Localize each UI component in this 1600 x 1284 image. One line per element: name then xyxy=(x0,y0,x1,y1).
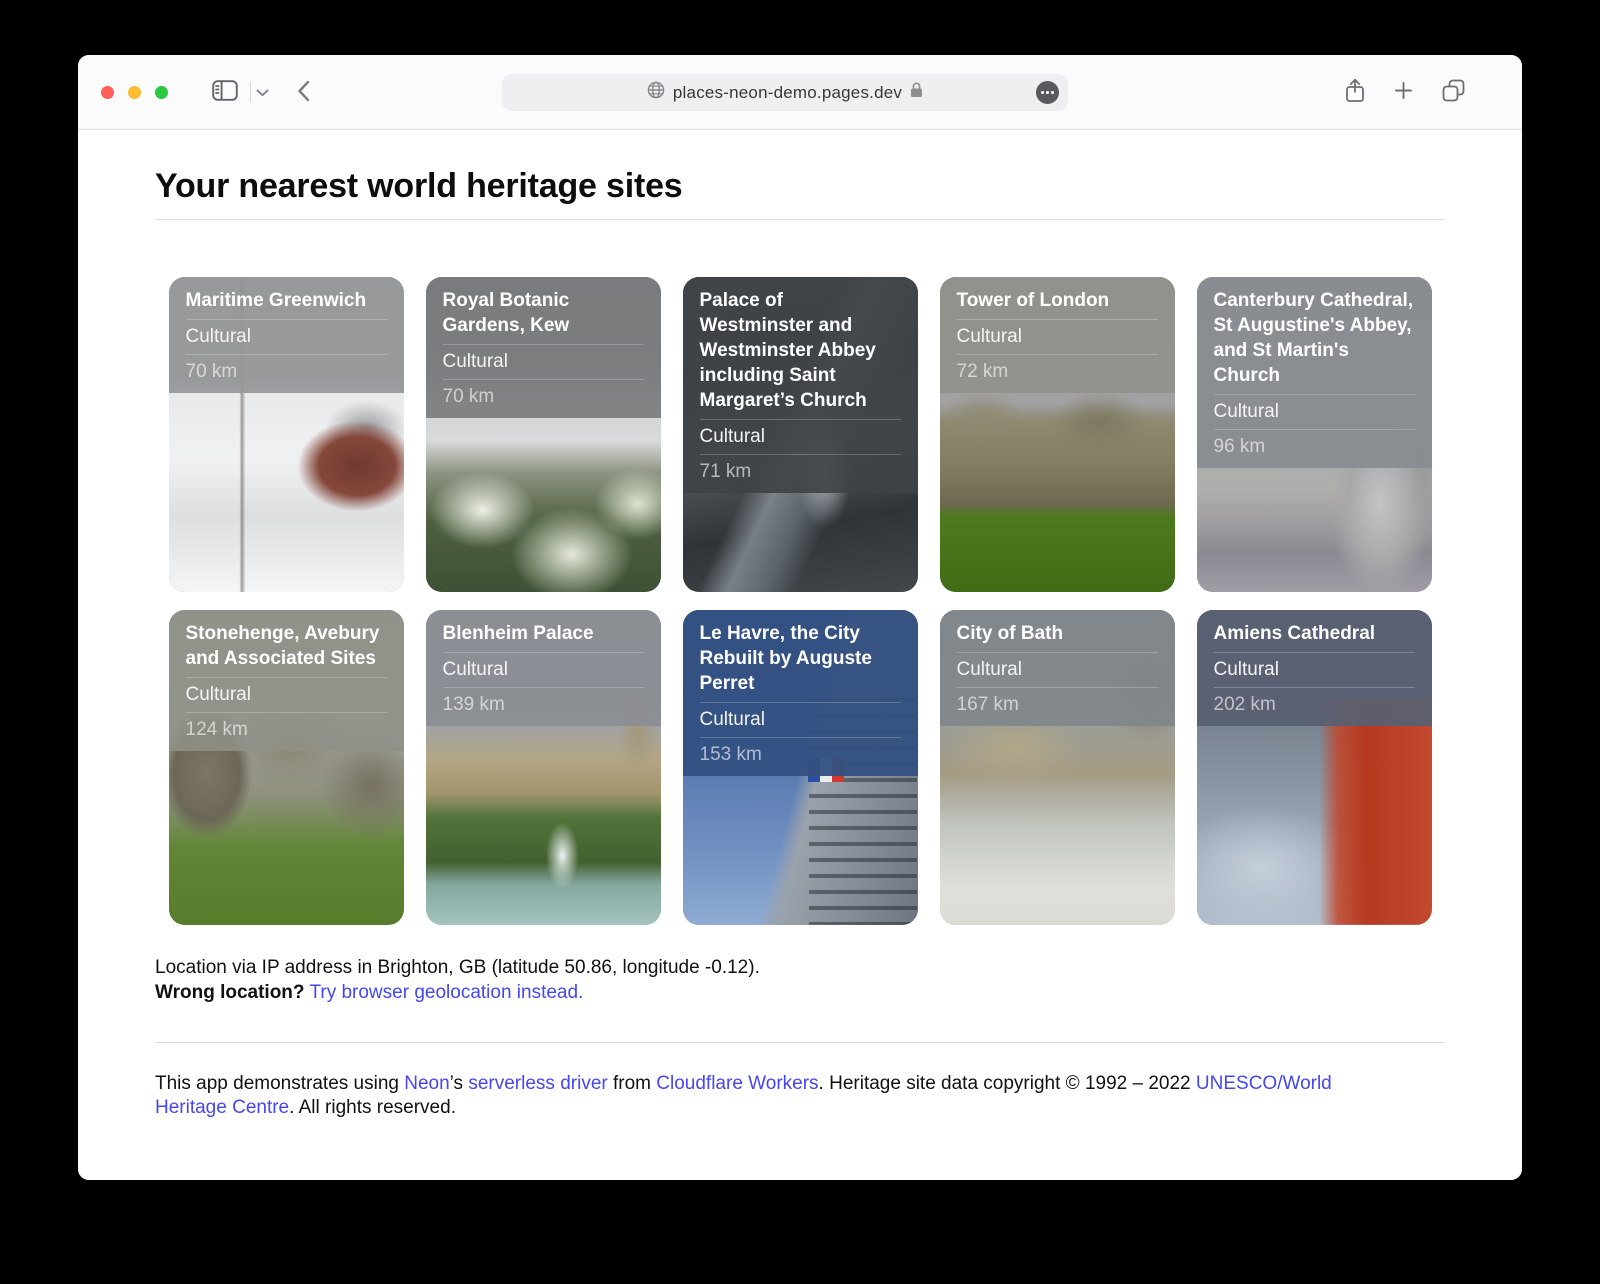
sidebar-toggle-button[interactable] xyxy=(212,80,238,104)
site-distance: 124 km xyxy=(186,712,387,747)
toolbar-divider xyxy=(250,82,251,102)
location-line: Location via IP address in Brighton, GB … xyxy=(155,956,1445,980)
chevron-left-icon xyxy=(297,80,310,105)
site-category: Cultural xyxy=(1214,394,1415,429)
page-content: Your nearest world heritage sites Mariti… xyxy=(78,130,1522,1180)
site-distance: 70 km xyxy=(443,379,644,414)
globe-icon xyxy=(647,81,665,104)
title-divider xyxy=(155,219,1445,220)
site-title: Royal Botanic Gardens, Kew xyxy=(443,283,644,344)
site-title: Palace of Westminster and Westminster Ab… xyxy=(700,283,901,419)
card-caption-overlay: Palace of Westminster and Westminster Ab… xyxy=(683,277,918,493)
site-category: Cultural xyxy=(700,702,901,737)
location-info: Location via IP address in Brighton, GB … xyxy=(155,956,1445,1005)
heritage-site-card[interactable]: City of Bath Cultural 167 km xyxy=(940,610,1175,925)
footer-text: . Heritage site data copyright © 1992 – … xyxy=(819,1073,1196,1094)
heritage-site-card[interactable]: Stonehenge, Avebury and Associated Sites… xyxy=(169,610,404,925)
card-caption-overlay: Royal Botanic Gardens, Kew Cultural 70 k… xyxy=(426,277,661,418)
ellipsis-icon xyxy=(1041,91,1044,94)
address-bar[interactable]: places-neon-demo.pages.dev xyxy=(502,74,1068,111)
serverless-driver-link[interactable]: serverless driver xyxy=(468,1073,607,1094)
site-category: Cultural xyxy=(957,319,1158,354)
new-tab-button[interactable] xyxy=(1395,82,1412,102)
site-category: Cultural xyxy=(186,677,387,712)
site-distance: 202 km xyxy=(1214,687,1415,722)
footer-credits: This app demonstrates using Neon’s serve… xyxy=(155,1072,1405,1120)
heritage-card-grid: Maritime Greenwich Cultural 70 km Royal … xyxy=(155,277,1445,925)
site-title: Maritime Greenwich xyxy=(186,283,387,319)
card-caption-overlay: City of Bath Cultural 167 km xyxy=(940,610,1175,726)
footer-text: . All rights reserved. xyxy=(289,1097,456,1118)
footer-text: from xyxy=(608,1073,657,1094)
card-caption-overlay: Canterbury Cathedral, St Augustine's Abb… xyxy=(1197,277,1432,468)
site-title: Amiens Cathedral xyxy=(1214,616,1415,652)
heritage-site-card[interactable]: Maritime Greenwich Cultural 70 km xyxy=(169,277,404,592)
site-distance: 167 km xyxy=(957,687,1158,722)
site-category: Cultural xyxy=(1214,652,1415,687)
heritage-site-card[interactable]: Tower of London Cultural 72 km xyxy=(940,277,1175,592)
wrong-location-line: Wrong location? Try browser geolocation … xyxy=(155,981,1445,1005)
site-distance: 70 km xyxy=(186,354,387,389)
site-title: Tower of London xyxy=(957,283,1158,319)
site-distance: 96 km xyxy=(1214,429,1415,464)
heritage-site-card[interactable]: Blenheim Palace Cultural 139 km xyxy=(426,610,661,925)
site-category: Cultural xyxy=(186,319,387,354)
footer-divider xyxy=(155,1042,1445,1043)
page-title: Your nearest world heritage sites xyxy=(155,130,1445,206)
lock-icon xyxy=(910,82,923,103)
site-title: Le Havre, the City Rebuilt by Auguste Pe… xyxy=(700,616,901,702)
tab-group-dropdown-button[interactable] xyxy=(256,85,269,100)
site-distance: 153 km xyxy=(700,737,901,772)
heritage-site-card[interactable]: Amiens Cathedral Cultural 202 km xyxy=(1197,610,1432,925)
share-icon xyxy=(1345,78,1365,106)
page-settings-button[interactable] xyxy=(1036,81,1059,104)
close-window-button[interactable] xyxy=(101,86,114,99)
neon-link[interactable]: Neon xyxy=(404,1073,449,1094)
plus-icon xyxy=(1395,82,1412,102)
card-caption-overlay: Stonehenge, Avebury and Associated Sites… xyxy=(169,610,404,751)
share-button[interactable] xyxy=(1345,78,1365,106)
site-distance: 139 km xyxy=(443,687,644,722)
heritage-site-card[interactable]: Le Havre, the City Rebuilt by Auguste Pe… xyxy=(683,610,918,925)
browser-window: places-neon-demo.pages.dev xyxy=(78,55,1522,1180)
chevron-down-icon xyxy=(256,85,269,100)
zoom-window-button[interactable] xyxy=(155,86,168,99)
cloudflare-workers-link[interactable]: Cloudflare Workers xyxy=(656,1073,818,1094)
card-caption-overlay: Tower of London Cultural 72 km xyxy=(940,277,1175,393)
wrong-location-label: Wrong location? xyxy=(155,982,305,1003)
site-category: Cultural xyxy=(443,344,644,379)
url-text: places-neon-demo.pages.dev xyxy=(673,83,902,103)
site-title: Blenheim Palace xyxy=(443,616,644,652)
heritage-site-card[interactable]: Royal Botanic Gardens, Kew Cultural 70 k… xyxy=(426,277,661,592)
heritage-site-card[interactable]: Canterbury Cathedral, St Augustine's Abb… xyxy=(1197,277,1432,592)
site-title: Canterbury Cathedral, St Augustine's Abb… xyxy=(1214,283,1415,394)
card-caption-overlay: Blenheim Palace Cultural 139 km xyxy=(426,610,661,726)
back-button[interactable] xyxy=(297,80,310,105)
site-category: Cultural xyxy=(443,652,644,687)
minimize-window-button[interactable] xyxy=(128,86,141,99)
card-caption-overlay: Amiens Cathedral Cultural 202 km xyxy=(1197,610,1432,726)
site-title: Stonehenge, Avebury and Associated Sites xyxy=(186,616,387,677)
site-category: Cultural xyxy=(957,652,1158,687)
tab-overview-button[interactable] xyxy=(1442,79,1465,105)
card-caption-overlay: Maritime Greenwich Cultural 70 km xyxy=(169,277,404,393)
window-controls xyxy=(101,86,168,99)
tab-overview-icon xyxy=(1442,79,1465,105)
toolbar-right-actions xyxy=(1345,55,1465,129)
site-category: Cultural xyxy=(700,419,901,454)
site-title: City of Bath xyxy=(957,616,1158,652)
site-distance: 71 km xyxy=(700,454,901,489)
footer-text: ’s xyxy=(450,1073,469,1094)
site-distance: 72 km xyxy=(957,354,1158,389)
footer-text: This app demonstrates using xyxy=(155,1073,404,1094)
browser-toolbar: places-neon-demo.pages.dev xyxy=(78,55,1522,130)
geolocation-link[interactable]: Try browser geolocation instead. xyxy=(309,982,583,1003)
card-caption-overlay: Le Havre, the City Rebuilt by Auguste Pe… xyxy=(683,610,918,776)
heritage-site-card[interactable]: Palace of Westminster and Westminster Ab… xyxy=(683,277,918,592)
sidebar-icon xyxy=(212,80,238,104)
